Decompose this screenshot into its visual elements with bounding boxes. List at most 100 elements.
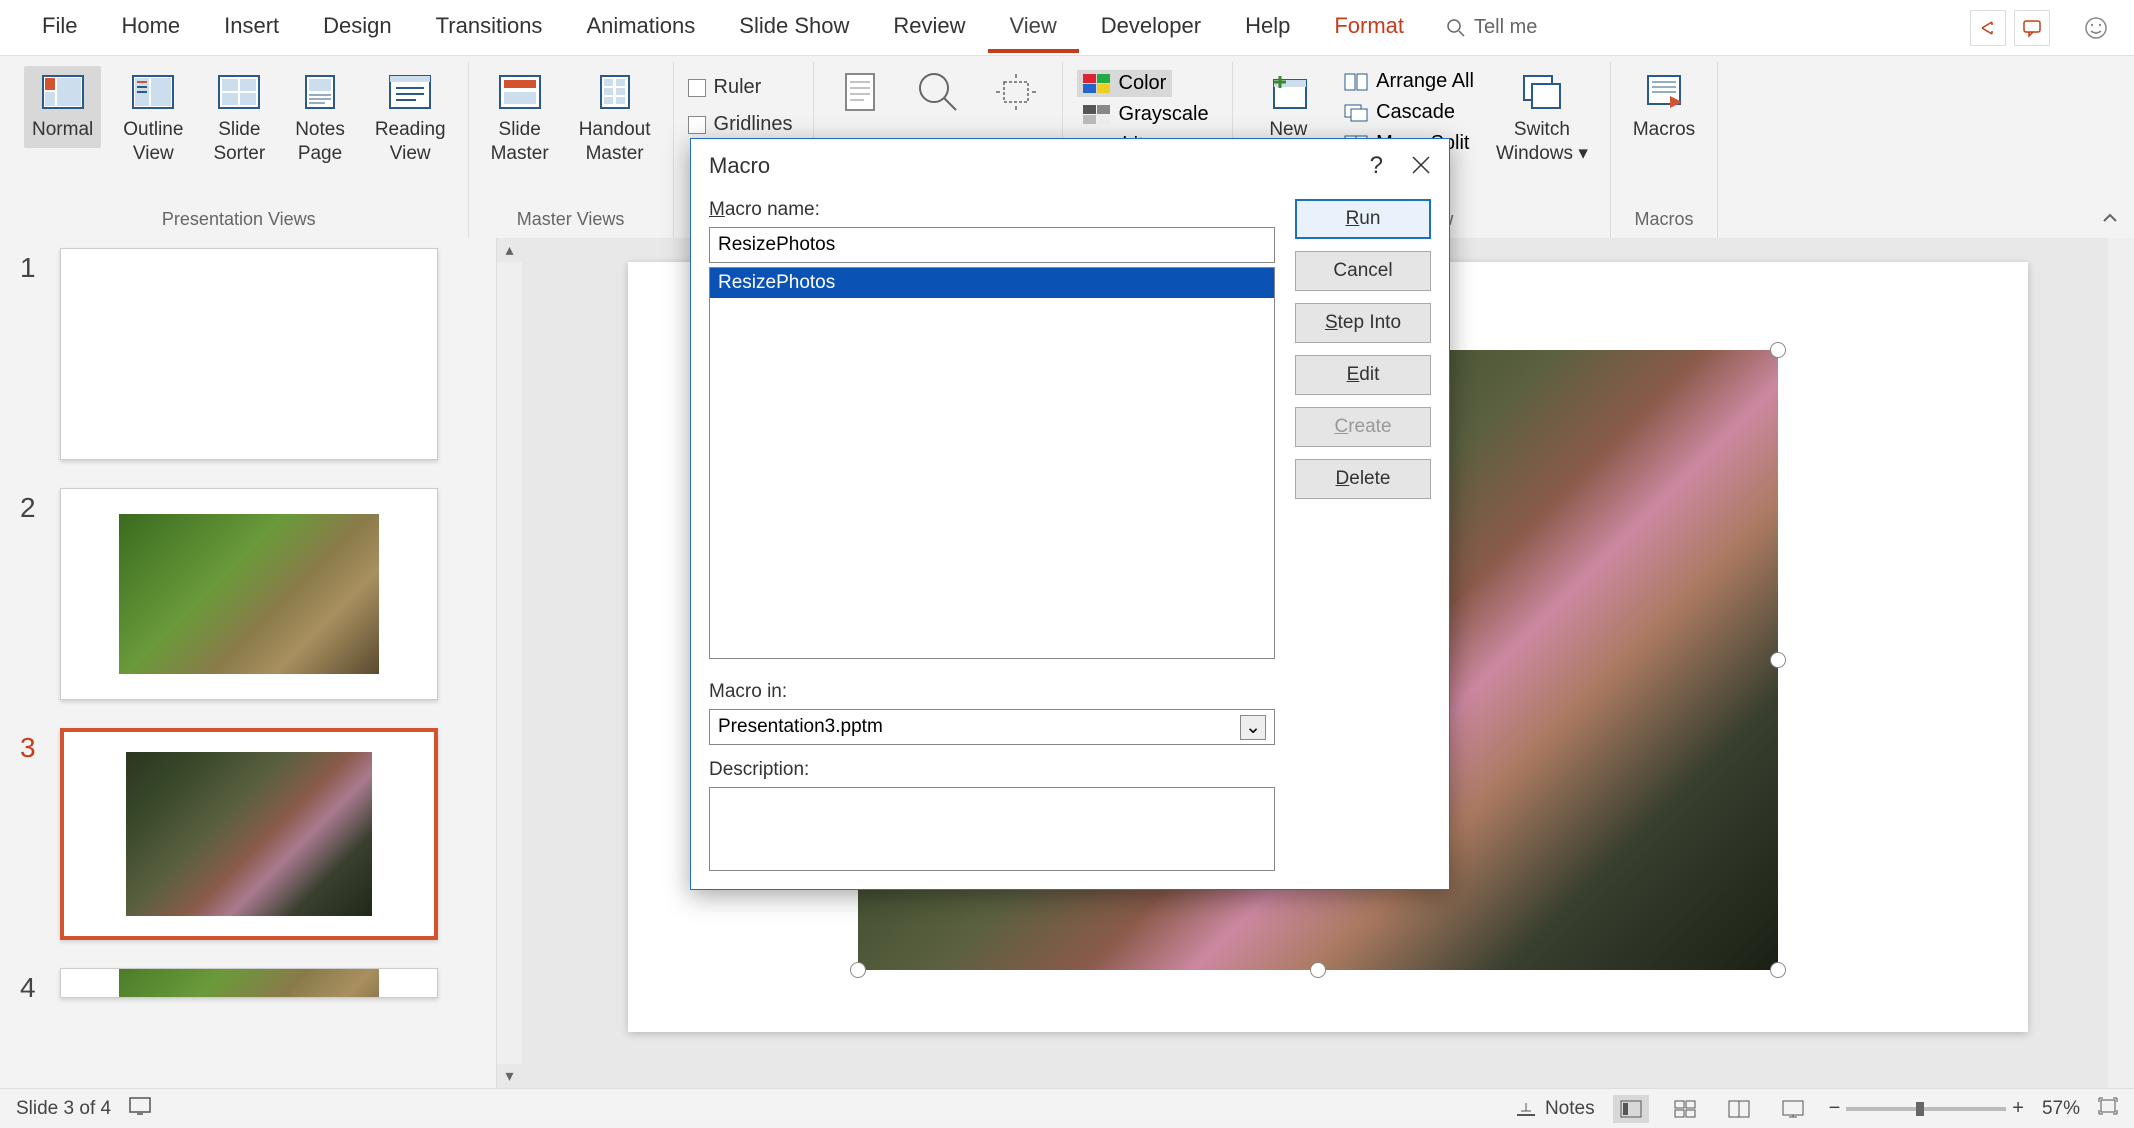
normal-view-icon — [41, 74, 85, 110]
macros-icon — [1642, 72, 1686, 112]
zoom-out-button[interactable]: − — [1829, 1097, 1841, 1120]
switch-windows-button[interactable]: Switch Windows ▾ — [1488, 66, 1596, 172]
thumbnail-slide-3[interactable]: 3 — [20, 728, 482, 940]
tab-review[interactable]: Review — [871, 3, 987, 53]
thumbnail-slide-2[interactable]: 2 — [20, 488, 482, 700]
comment-icon — [2022, 18, 2042, 38]
zoom-slider-thumb[interactable] — [1916, 1102, 1924, 1116]
slide-sorter-label: Slide Sorter — [213, 118, 265, 166]
zoom-button[interactable] — [906, 66, 970, 118]
gridlines-checkbox[interactable]: Gridlines — [688, 109, 793, 140]
color-swatch-icon — [1083, 74, 1111, 94]
arrange-all-icon — [1344, 73, 1368, 91]
comments-button[interactable] — [2014, 10, 2050, 46]
tab-developer[interactable]: Developer — [1079, 3, 1223, 53]
tab-view[interactable]: View — [988, 3, 1079, 53]
zoom-slider-track[interactable] — [1846, 1107, 2006, 1111]
tab-help[interactable]: Help — [1223, 3, 1312, 53]
delete-button[interactable]: Delete — [1295, 459, 1431, 499]
resize-handle-tr[interactable] — [1770, 342, 1786, 358]
checkbox-icon — [688, 79, 706, 97]
macros-button[interactable]: Macros — [1625, 66, 1703, 148]
scroll-up-button[interactable]: ▴ — [497, 238, 522, 262]
tab-insert[interactable]: Insert — [202, 3, 301, 53]
normal-view-button[interactable]: Normal — [24, 66, 101, 148]
dialog-help-button[interactable]: ? — [1370, 152, 1383, 180]
resize-handle-bm[interactable] — [1310, 962, 1326, 978]
resize-handle-bl[interactable] — [850, 962, 866, 978]
zoom-in-button[interactable]: + — [2012, 1097, 2024, 1120]
tell-me-search[interactable]: Tell me — [1446, 16, 1537, 39]
slide-image — [119, 514, 379, 674]
thumbnail-slide-1[interactable]: 1 — [20, 248, 482, 460]
grayscale-swatch-icon — [1083, 105, 1111, 125]
slideshow-small-icon — [1782, 1100, 1804, 1118]
zoom-control[interactable]: − + — [1829, 1097, 2024, 1120]
slide-master-label: Slide Master — [491, 118, 549, 166]
fit-to-window-button[interactable] — [2098, 1097, 2118, 1121]
macro-in-select[interactable]: Presentation3.pptm ⌄ — [709, 709, 1275, 745]
notes-toggle[interactable]: Notes — [1515, 1098, 1595, 1120]
notes-button-ribbon[interactable] — [828, 66, 892, 118]
notes-page-button[interactable]: Notes Page — [287, 66, 353, 172]
cascade-icon — [1344, 104, 1368, 122]
tab-format[interactable]: Format — [1312, 3, 1426, 53]
outline-view-button[interactable]: Outline View — [115, 66, 191, 172]
handout-master-button[interactable]: Handout Master — [571, 66, 659, 172]
accessibility-button[interactable] — [129, 1097, 151, 1121]
reading-view-status-button[interactable] — [1721, 1095, 1757, 1123]
switch-windows-label: Switch Windows ▾ — [1496, 118, 1588, 166]
resize-handle-mr[interactable] — [1770, 652, 1786, 668]
tab-design[interactable]: Design — [301, 3, 413, 53]
group-master-views: Slide Master Handout Master Master Views — [469, 62, 674, 238]
scroll-down-button[interactable]: ▾ — [497, 1064, 522, 1088]
tab-slideshow[interactable]: Slide Show — [717, 3, 871, 53]
resize-handle-br[interactable] — [1770, 962, 1786, 978]
collapse-ribbon-button[interactable] — [2100, 208, 2124, 232]
macro-list-item[interactable]: ResizePhotos — [710, 268, 1274, 298]
fit-button[interactable] — [984, 66, 1048, 118]
slideshow-status-button[interactable] — [1775, 1095, 1811, 1123]
thumbnail-preview — [60, 488, 438, 700]
thumbnail-preview — [60, 728, 438, 940]
tab-transitions[interactable]: Transitions — [414, 3, 565, 53]
face-button[interactable] — [2078, 10, 2114, 46]
thumbnail-scrollbar[interactable]: ▴ ▾ — [496, 238, 522, 1088]
dialog-titlebar[interactable]: Macro ? — [691, 139, 1449, 193]
thumbnail-slide-4[interactable]: 4 — [20, 968, 482, 1004]
tab-home[interactable]: Home — [99, 3, 202, 53]
macro-list[interactable]: ResizePhotos — [709, 267, 1275, 659]
reading-view-label: Reading View — [375, 118, 446, 166]
thumbnail-number: 1 — [20, 248, 44, 460]
handout-master-icon — [593, 74, 637, 110]
slide-master-button[interactable]: Slide Master — [483, 66, 557, 172]
reading-view-button[interactable]: Reading View — [367, 66, 454, 172]
arrange-all-button[interactable]: Arrange All — [1344, 70, 1474, 93]
tab-file[interactable]: File — [20, 3, 99, 53]
step-into-button[interactable]: Step Into — [1295, 303, 1431, 343]
run-button[interactable]: Run — [1295, 199, 1431, 239]
dialog-close-button[interactable] — [1411, 151, 1431, 182]
edit-button[interactable]: Edit — [1295, 355, 1431, 395]
slide-sorter-button[interactable]: Slide Sorter — [205, 66, 273, 172]
tab-animations[interactable]: Animations — [564, 3, 717, 53]
cancel-button[interactable]: Cancel — [1295, 251, 1431, 291]
color-button[interactable]: Color — [1077, 70, 1173, 97]
share-button[interactable] — [1970, 10, 2006, 46]
checkbox-icon — [688, 116, 706, 134]
normal-view-status-button[interactable] — [1613, 1095, 1649, 1123]
macro-name-input[interactable] — [709, 227, 1275, 263]
sorter-view-status-button[interactable] — [1667, 1095, 1703, 1123]
description-box[interactable] — [709, 787, 1275, 871]
create-button[interactable]: Create — [1295, 407, 1431, 447]
slide-sorter-icon — [217, 74, 261, 110]
grayscale-button[interactable]: Grayscale — [1077, 101, 1215, 128]
slide-scrollbar[interactable] — [2108, 238, 2134, 1088]
sorter-small-icon — [1674, 1100, 1696, 1118]
cascade-button[interactable]: Cascade — [1344, 101, 1474, 124]
group-label-macros: Macros — [1625, 205, 1703, 234]
outline-view-icon — [131, 74, 175, 110]
color-label: Color — [1119, 72, 1167, 95]
zoom-level[interactable]: 57% — [2042, 1098, 2080, 1120]
ruler-checkbox[interactable]: Ruler — [688, 72, 762, 103]
